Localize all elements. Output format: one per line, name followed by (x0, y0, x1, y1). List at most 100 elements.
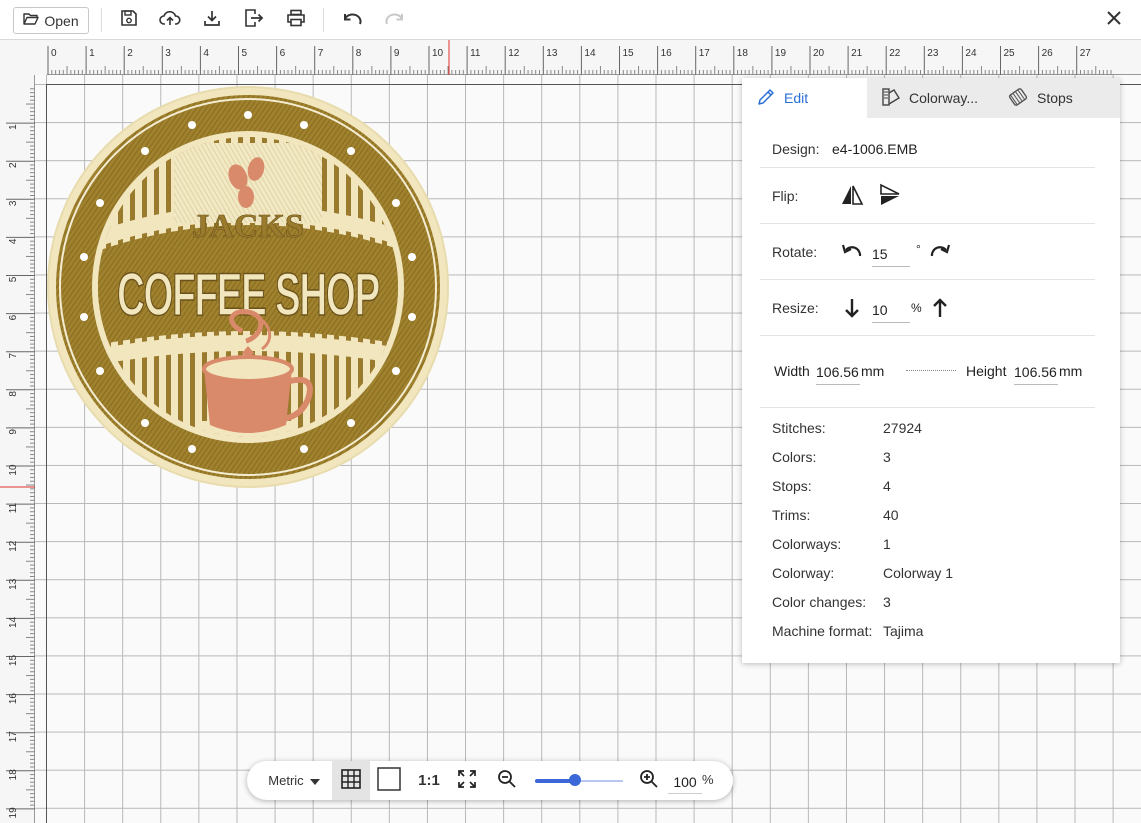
ruler-label: 16 (661, 48, 673, 59)
ruler-label: 5 (242, 48, 248, 59)
ruler-label: 13 (546, 48, 558, 59)
ruler-label: 20 (813, 48, 825, 59)
ruler-label: 8 (8, 391, 19, 397)
arrow-down-icon (842, 299, 862, 323)
zoom-slider-knob[interactable] (568, 774, 581, 786)
height-input[interactable] (1014, 360, 1058, 385)
flip-vertical-icon (878, 183, 902, 210)
shrink-button[interactable] (842, 296, 862, 320)
ruler-label: 27 (1080, 48, 1092, 59)
actual-size-button[interactable]: 1:1 (411, 761, 447, 800)
svg-text:JACKS: JACKS (192, 208, 303, 245)
stat-label: Colorway: (772, 565, 835, 581)
tab-edit[interactable]: Edit (742, 78, 867, 118)
ruler-label: 25 (1004, 48, 1016, 59)
ruler-label: 5 (8, 276, 19, 282)
width-unit: mm (861, 363, 885, 379)
panel-tabs: Edit Colorway... Stops (742, 78, 1120, 118)
tab-stops[interactable]: Stops (1007, 78, 1112, 118)
rotate-unit: ° (916, 242, 921, 256)
rotate-left-button[interactable] (840, 240, 864, 264)
folder-open-icon (23, 12, 40, 29)
properties-panel: Edit Colorway... Stops Design: e4-1006.E… (742, 78, 1120, 663)
enlarge-button[interactable] (930, 296, 950, 320)
ruler-label: 2 (8, 162, 19, 168)
stat-label: Machine format: (772, 623, 873, 639)
dimensions-row: Width mm Height mm (760, 336, 1095, 408)
units-dropdown[interactable]: Metric (261, 761, 327, 800)
ruler-label: 14 (584, 48, 596, 59)
ruler-label: 3 (165, 48, 171, 59)
height-label: Height (966, 363, 1007, 379)
save-button[interactable] (114, 7, 144, 33)
stat-value: 3 (883, 449, 891, 465)
embroidery-design[interactable]: JACKS COFFEE SHOP (46, 85, 450, 489)
width-input[interactable] (816, 360, 860, 385)
design-row: Design: e4-1006.EMB (760, 131, 1095, 168)
resize-row: Resize: % (760, 280, 1095, 336)
resize-label: Resize: (772, 300, 819, 316)
redo-icon (385, 11, 407, 30)
flip-horizontal-button[interactable] (840, 183, 864, 207)
stat-label: Stitches: (772, 420, 826, 436)
flip-vertical-button[interactable] (878, 183, 902, 207)
width-label: Width (774, 363, 810, 379)
zoom-out-button[interactable] (491, 761, 523, 800)
redo-button[interactable] (381, 7, 411, 33)
hoop-toggle-button[interactable] (371, 761, 407, 800)
ruler-label: 24 (965, 48, 977, 59)
rotate-right-button[interactable] (928, 240, 952, 264)
zoom-out-icon (497, 769, 517, 792)
open-button-label: Open (44, 12, 79, 29)
download-button[interactable] (197, 7, 227, 33)
svg-text:COFFEE SHOP: COFFEE SHOP (117, 261, 379, 328)
stat-label: Color changes: (772, 594, 867, 610)
zoom-percent-input[interactable] (668, 771, 702, 794)
ruler-label: 12 (508, 48, 520, 59)
ruler-label: 17 (8, 731, 19, 743)
thread-spool-icon (1007, 87, 1029, 110)
tab-colorway[interactable]: Colorway... (881, 78, 1006, 118)
tab-edit-label: Edit (784, 90, 809, 106)
caret-down-icon (309, 773, 320, 788)
download-icon (203, 9, 221, 32)
flip-label: Flip: (772, 188, 799, 204)
print-button[interactable] (281, 7, 311, 33)
main-toolbar: Open (0, 0, 1141, 40)
resize-percent-input[interactable] (872, 298, 910, 323)
ruler-label: 26 (1042, 48, 1054, 59)
rotate-row: Rotate: ° (760, 224, 1095, 280)
ruler-label: 7 (8, 352, 19, 358)
aspect-lock-link[interactable] (906, 370, 956, 373)
ruler-label: 9 (394, 48, 400, 59)
ruler-label: 2 (127, 48, 133, 59)
close-icon (1106, 10, 1122, 31)
export-button[interactable] (239, 7, 269, 33)
horizontal-ruler: 0 1 2 3 4 5 6 7 8 9 10 11 12 13 14 15 16 17 18 19 20 21 22 23 24… (0, 40, 1141, 75)
zoom-in-button[interactable] (633, 761, 665, 800)
ruler-label: 12 (8, 540, 19, 552)
ruler-label: 10 (432, 48, 444, 59)
stat-value: Tajima (883, 623, 924, 639)
square-icon (377, 767, 401, 794)
ruler-label: 4 (203, 48, 209, 59)
fullscreen-icon (457, 769, 477, 792)
ruler-label: 9 (8, 429, 19, 435)
grid-toggle-button[interactable] (332, 761, 370, 800)
fit-to-screen-button[interactable] (451, 761, 483, 800)
pencil-icon (756, 87, 776, 110)
rotate-angle-input[interactable] (872, 242, 910, 267)
rotate-label: Rotate: (772, 244, 818, 260)
ruler-label: 1 (8, 124, 19, 130)
tab-stops-label: Stops (1037, 90, 1073, 106)
undo-button[interactable] (336, 7, 366, 33)
close-button[interactable] (1101, 7, 1127, 33)
ruler-label: 6 (280, 48, 286, 59)
vertical-ruler: 1 2 3 4 5 6 7 8 9 10 11 12 13 14 15 16 17 18 19 (0, 75, 35, 823)
design-label: Design: (772, 141, 820, 157)
ruler-label: 15 (623, 48, 635, 59)
stat-value: 40 (883, 507, 899, 523)
arrow-up-icon (930, 298, 950, 323)
open-button[interactable]: Open (13, 7, 89, 34)
upload-cloud-button[interactable] (155, 7, 185, 33)
